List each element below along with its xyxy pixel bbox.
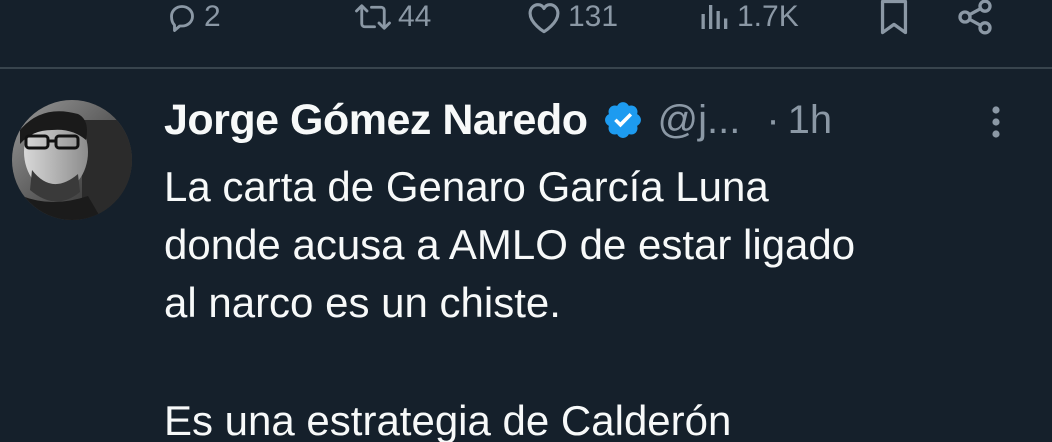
- avatar[interactable]: [12, 100, 132, 220]
- share-icon: [955, 0, 995, 37]
- display-name[interactable]: Jorge Gómez Naredo: [164, 96, 588, 145]
- views-count: 1.7K: [737, 0, 799, 33]
- tweet-text-line: La carta de Genaro García Luna: [164, 163, 769, 210]
- reply-button[interactable]: 2: [164, 0, 221, 52]
- retweet-icon: [352, 0, 394, 35]
- previous-tweet-action-bar: 2 44 131 1.7K: [0, 0, 1052, 52]
- tweet-header: Jorge Gómez Naredo @j... · 1h: [164, 92, 1044, 148]
- more-options-icon: [980, 106, 1012, 148]
- tweet-text-line: donde acusa a AMLO de estar ligado: [164, 221, 856, 268]
- views-icon: [697, 0, 733, 35]
- bookmark-icon: [876, 0, 912, 37]
- timestamp[interactable]: 1h: [788, 98, 833, 143]
- separator-dot: ·: [766, 97, 780, 142]
- tweet-divider: [0, 67, 1052, 69]
- handle[interactable]: @j...: [658, 98, 741, 143]
- like-count: 131: [568, 0, 619, 33]
- like-icon: [524, 0, 564, 35]
- retweet-count: 44: [398, 0, 432, 33]
- retweet-button[interactable]: 44: [352, 0, 431, 52]
- tweet-text-line: al narco es un chiste.: [164, 279, 561, 326]
- tweet-text-line-cut: Es una estrategia de Calderón: [164, 397, 732, 442]
- views-button[interactable]: 1.7K: [697, 0, 799, 52]
- share-button[interactable]: [955, 0, 995, 52]
- more-options-button[interactable]: [980, 100, 1012, 144]
- bookmark-button[interactable]: [876, 0, 912, 52]
- tweet-text: La carta de Genaro García Luna donde acu…: [164, 158, 1044, 442]
- reply-icon: [164, 0, 200, 35]
- tweet-thread-view: 2 44 131 1.7K Jorge Gómez Naredo @j... ·…: [0, 0, 1052, 442]
- reply-count: 2: [204, 0, 221, 33]
- verified-badge-icon: [602, 99, 644, 141]
- like-button[interactable]: 131: [524, 0, 618, 52]
